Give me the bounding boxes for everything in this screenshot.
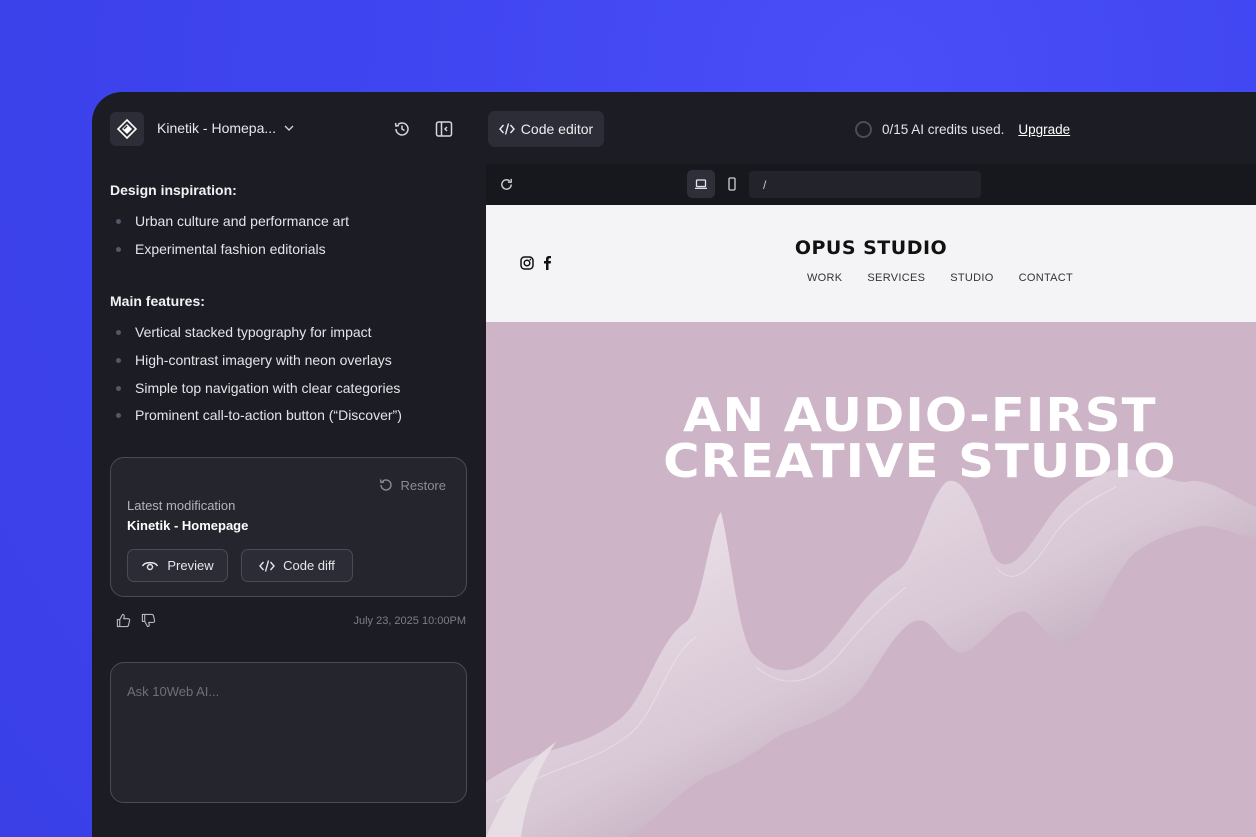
project-name: Kinetik - Homepa... <box>157 120 277 136</box>
modification-title: Kinetik - Homepage <box>127 518 249 533</box>
app-logo[interactable] <box>110 112 144 146</box>
code-diff-button[interactable]: Code diff <box>241 549 353 582</box>
preview-label: Preview <box>167 558 214 573</box>
nav-item-studio[interactable]: STUDIO <box>950 272 993 284</box>
credits-indicator: 0/15 AI credits used. Upgrade <box>855 121 1070 138</box>
code-editor-label: Code editor <box>520 121 594 137</box>
credits-progress-ring <box>855 121 872 138</box>
restore-label: Restore <box>400 477 446 493</box>
app-window: Kinetik - Homepa... Design inspiration: … <box>92 92 1256 837</box>
main-features-title: Main features: <box>110 293 205 309</box>
site-preview: OPUS STUDIO WORK SERVICES STUDIO CONTACT <box>486 205 1256 837</box>
reload-button[interactable] <box>492 170 520 198</box>
hero-title-line-2: CREATIVE STUDIO <box>663 434 1177 488</box>
chevron-down-icon <box>284 125 294 131</box>
design-inspiration-title: Design inspiration: <box>110 182 237 198</box>
thumbs-down-icon[interactable] <box>141 613 156 628</box>
history-icon <box>394 122 409 136</box>
preview-toolbar: / <box>486 164 1256 205</box>
history-button[interactable] <box>390 117 414 141</box>
mobile-view-button[interactable] <box>718 170 746 198</box>
toggle-sidebar-button[interactable] <box>432 117 456 141</box>
hero-title: AN AUDIO-FIRST CREATIVE STUDIO <box>486 392 1256 484</box>
url-text: / <box>763 177 767 192</box>
feedback-buttons <box>116 613 156 628</box>
reload-icon <box>500 178 512 190</box>
laptop-icon <box>695 179 707 189</box>
eye-icon <box>142 561 159 570</box>
upgrade-link[interactable]: Upgrade <box>1018 122 1070 137</box>
list-item: Urban culture and performance art <box>116 213 349 229</box>
code-diff-label: Code diff <box>283 558 335 573</box>
code-icon <box>498 123 515 135</box>
credits-text: 0/15 AI credits used. <box>882 122 1005 137</box>
code-editor-button[interactable]: Code editor <box>488 111 604 147</box>
logo-icon <box>117 119 137 139</box>
hero-title-line-1: AN AUDIO-FIRST <box>683 388 1157 442</box>
desktop-view-button[interactable] <box>687 170 715 198</box>
prompt-placeholder: Ask 10Web AI... <box>127 684 220 699</box>
url-field[interactable]: / <box>749 171 981 198</box>
list-item: Experimental fashion editorials <box>116 241 326 257</box>
modification-label: Latest modification <box>127 498 236 513</box>
restore-icon <box>380 479 393 491</box>
site-header: OPUS STUDIO WORK SERVICES STUDIO CONTACT <box>486 205 1256 322</box>
sidebar-toggle-icon <box>435 121 453 137</box>
prompt-input[interactable]: Ask 10Web AI... <box>110 662 467 803</box>
thumbs-up-icon[interactable] <box>116 613 131 628</box>
preview-button[interactable]: Preview <box>127 549 228 582</box>
message-timestamp: July 23, 2025 10:00PM <box>353 615 466 627</box>
modification-card: Restore Latest modification Kinetik - Ho… <box>110 457 467 597</box>
project-selector[interactable]: Kinetik - Homepa... <box>157 120 294 136</box>
list-item: Prominent call-to-action button (“Discov… <box>116 407 402 423</box>
nav-item-contact[interactable]: CONTACT <box>1019 272 1073 284</box>
phone-icon <box>728 177 736 191</box>
nav-item-services[interactable]: SERVICES <box>867 272 925 284</box>
chat-panel: Kinetik - Homepa... Design inspiration: … <box>92 92 486 837</box>
nav-item-work[interactable]: WORK <box>807 272 842 284</box>
list-item: Vertical stacked typography for impact <box>116 324 372 340</box>
site-nav: WORK SERVICES STUDIO CONTACT <box>807 272 1073 284</box>
code-icon <box>259 559 276 572</box>
restore-button[interactable]: Restore <box>378 477 446 493</box>
site-brand[interactable]: OPUS STUDIO <box>486 237 1256 259</box>
list-item: Simple top navigation with clear categor… <box>116 380 400 396</box>
hero-section: AN AUDIO-FIRST CREATIVE STUDIO <box>486 322 1256 837</box>
list-item: High-contrast imagery with neon overlays <box>116 352 392 368</box>
